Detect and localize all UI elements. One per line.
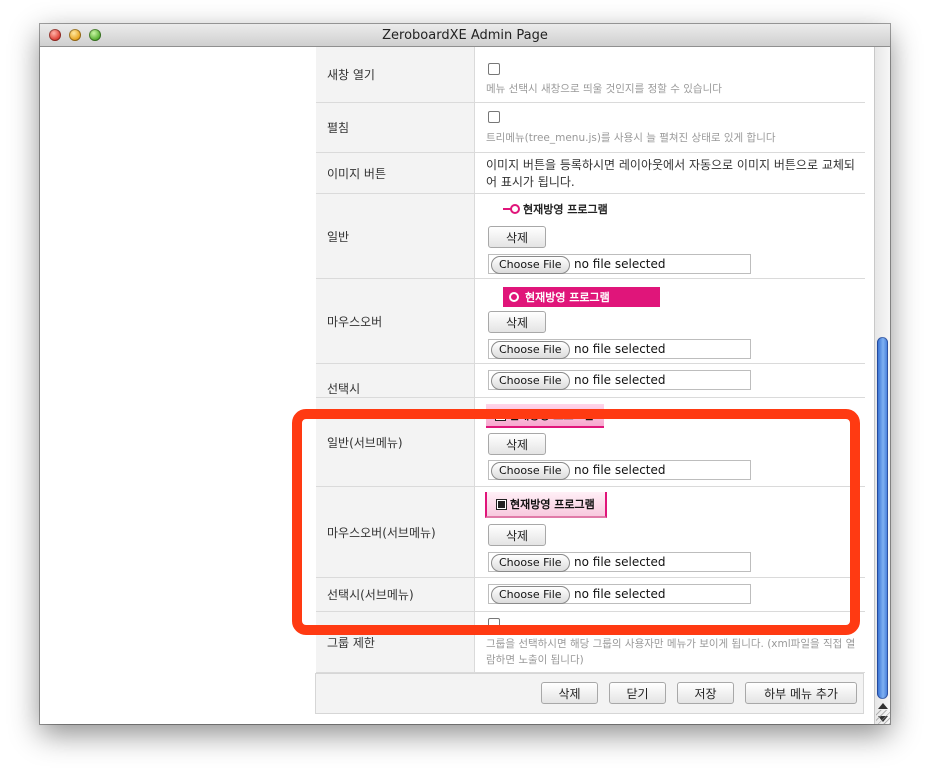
row-new-window: 새창 열기 메뉴 선택시 새창으로 띄울 것인지를 정할 수 있습니다 [316,47,865,103]
file-input[interactable]: Choose File no file selected [488,370,751,390]
bullet-icon [503,204,520,214]
row-label: 선택시 [316,364,475,397]
row-label: 펼침 [316,103,475,152]
resize-grip-icon[interactable] [876,710,890,724]
scroll-up-arrow-icon[interactable] [878,703,888,709]
highlight-annotation [292,409,860,635]
new-window-checkbox[interactable] [488,63,500,75]
choose-file-button[interactable]: Choose File [491,372,570,390]
row-label: 이미지 버튼 [316,153,475,193]
file-input[interactable]: Choose File no file selected [488,254,751,274]
normal-image-preview: 현재방영 프로그램 [503,202,608,216]
row-label: 일반 [316,194,475,278]
delete-image-button[interactable]: 삭제 [488,311,546,333]
content-area: 새창 열기 메뉴 선택시 새창으로 띄울 것인지를 정할 수 있습니다 펼침 트… [40,47,874,724]
file-status: no file selected [574,342,666,356]
title-bar: ZeroboardXE Admin Page [40,24,890,47]
row-image-button: 이미지 버튼 이미지 버튼을 등록하시면 레이아웃에서 자동으로 이미지 버튼으… [316,153,865,194]
window-title: ZeroboardXE Admin Page [382,28,548,43]
file-status: no file selected [574,257,666,271]
close-button[interactable]: 닫기 [609,682,666,704]
choose-file-button[interactable]: Choose File [491,341,570,359]
row-selected: 선택시 Choose File no file selected [316,364,865,398]
file-status: no file selected [574,373,666,387]
new-window-note: 메뉴 선택시 새창으로 띄울 것인지를 정할 수 있습니다 [486,83,722,95]
delete-button[interactable]: 삭제 [541,682,598,704]
form-footer: 삭제 닫기 저장 하부 메뉴 추가 [315,673,864,714]
image-button-description: 이미지 버튼을 등록하시면 레이아웃에서 자동으로 이미지 버튼으로 교체되어 … [486,158,855,189]
delete-image-button[interactable]: 삭제 [488,226,546,248]
expand-checkbox[interactable] [488,111,500,123]
app-window: ZeroboardXE Admin Page 새창 열기 메뉴 선택시 새창으로… [40,24,890,724]
vertical-scrollbar[interactable] [874,47,890,724]
row-normal: 일반 현재방영 프로그램 삭제 Choose File no file sele… [316,194,865,279]
row-label: 마우스오버 [316,279,475,363]
mouseover-image-preview: 현재방영 프로그램 [503,287,660,307]
bullet-icon [509,292,519,302]
row-mouseover: 마우스오버 현재방영 프로그램 삭제 Choose File no file s… [316,279,865,364]
row-label: 새창 열기 [316,47,475,102]
group-limit-note: 그룹을 선택하시면 해당 그룹의 사용자만 메뉴가 보이게 됩니다. (xml파… [486,638,856,666]
row-expand: 펼침 트리메뉴(tree_menu.js)를 사용시 늘 펼쳐진 상태로 있게 … [316,103,865,153]
save-button[interactable]: 저장 [677,682,734,704]
file-input[interactable]: Choose File no file selected [488,339,751,359]
expand-note: 트리메뉴(tree_menu.js)를 사용시 늘 펼쳐진 상태로 있게 합니다 [486,132,776,144]
choose-file-button[interactable]: Choose File [491,256,570,274]
add-submenu-button[interactable]: 하부 메뉴 추가 [745,682,857,704]
scrollbar-thumb[interactable] [877,337,888,699]
